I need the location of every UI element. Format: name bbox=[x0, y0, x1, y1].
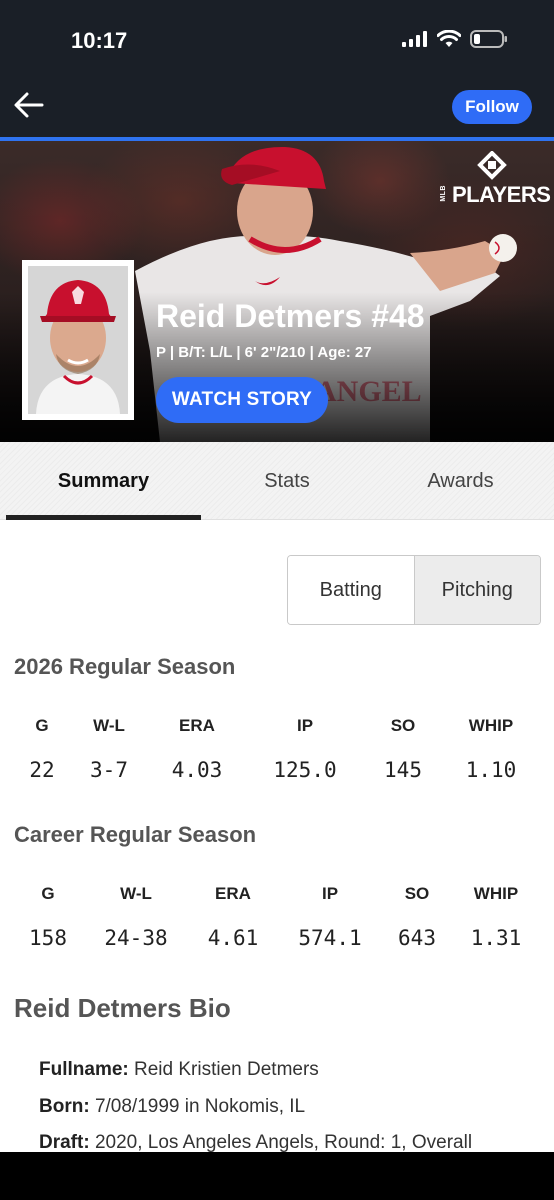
batting-toggle-button[interactable]: Batting bbox=[288, 556, 415, 624]
stat-value: 643 bbox=[398, 926, 436, 950]
bio-value: Reid Kristien Detmers bbox=[134, 1059, 319, 1080]
stat-value: 574.1 bbox=[298, 926, 362, 950]
stat-header: WHIP bbox=[468, 716, 514, 735]
bio-born: Born: 7/08/1999 in Nokomis, IL bbox=[39, 1096, 305, 1118]
player-hero: ANGEL MLB PLAYERS Reid Detmers #48 P bbox=[0, 141, 554, 442]
cellular-signal-icon bbox=[402, 31, 427, 47]
status-time: 10:17 bbox=[71, 28, 128, 53]
stat-value: 1.31 bbox=[470, 926, 522, 950]
pitching-toggle-button[interactable]: Pitching bbox=[414, 556, 540, 624]
follow-button[interactable]: Follow bbox=[452, 90, 532, 124]
status-icons bbox=[402, 30, 508, 48]
wifi-icon bbox=[437, 30, 461, 47]
tab-bar: Summary Stats Awards bbox=[0, 442, 554, 520]
bio-label: Born: bbox=[39, 1096, 90, 1117]
stat-header: G bbox=[35, 716, 49, 735]
stat-header: SO bbox=[404, 884, 430, 903]
career-stats-title: Career Regular Season bbox=[14, 822, 257, 847]
stat-value: 4.61 bbox=[207, 926, 259, 950]
tab-summary[interactable]: Summary bbox=[6, 442, 201, 520]
stat-header: SO bbox=[390, 716, 416, 735]
player-name: Reid Detmers #48 bbox=[156, 298, 425, 334]
active-tab-indicator bbox=[6, 515, 201, 520]
stat-header: G bbox=[41, 884, 55, 903]
bio-fullname: Fullname: Reid Kristien Detmers bbox=[39, 1059, 319, 1081]
battery-icon bbox=[470, 30, 507, 48]
bio-label: Fullname: bbox=[39, 1059, 129, 1080]
bottom-bar bbox=[0, 1152, 554, 1200]
stat-header: W-L bbox=[120, 884, 152, 903]
stat-value: 24-38 bbox=[104, 926, 168, 950]
stat-header: IP bbox=[296, 716, 314, 735]
bio-value: 7/08/1999 in Nokomis, IL bbox=[94, 1096, 306, 1117]
stat-value: 145 bbox=[384, 758, 422, 782]
stat-header: WHIP bbox=[473, 884, 519, 903]
bio-label: Draft: bbox=[39, 1132, 90, 1153]
tab-awards[interactable]: Awards bbox=[373, 442, 548, 520]
stat-header: ERA bbox=[179, 716, 215, 735]
top-bar: 10:17 Follow bbox=[0, 0, 554, 137]
mlb-logo-small-text: MLB bbox=[440, 185, 447, 202]
player-meta: P | B/T: L/L | 6' 2"/210 | Age: 27 bbox=[156, 344, 372, 361]
stat-value: 1.10 bbox=[465, 758, 517, 782]
season-stats-title: 2026 Regular Season bbox=[14, 654, 236, 679]
back-arrow-icon[interactable] bbox=[12, 88, 46, 122]
headshot-avatar bbox=[28, 266, 128, 414]
watch-story-button[interactable]: WATCH STORY bbox=[156, 377, 328, 423]
stat-value: 4.03 bbox=[171, 758, 223, 782]
stat-header: W-L bbox=[93, 716, 125, 735]
stat-value: 125.0 bbox=[273, 758, 337, 782]
stat-value: 3-7 bbox=[90, 758, 128, 782]
stat-header: ERA bbox=[215, 884, 251, 903]
stat-value: 22 bbox=[29, 758, 55, 782]
bio-title: Reid Detmers Bio bbox=[14, 993, 231, 1023]
bio-draft: Draft: 2020, Los Angeles Angels, Round: … bbox=[39, 1132, 472, 1154]
mlb-players-logo-text: PLAYERS bbox=[452, 182, 551, 207]
batting-pitching-toggle: Batting Pitching bbox=[287, 555, 541, 625]
stat-value: 158 bbox=[29, 926, 67, 950]
bio-value: 2020, Los Angeles Angels, Round: 1, Over… bbox=[94, 1132, 473, 1153]
player-headshot bbox=[22, 260, 134, 420]
stat-header: IP bbox=[321, 884, 339, 903]
tab-stats[interactable]: Stats bbox=[201, 442, 373, 520]
